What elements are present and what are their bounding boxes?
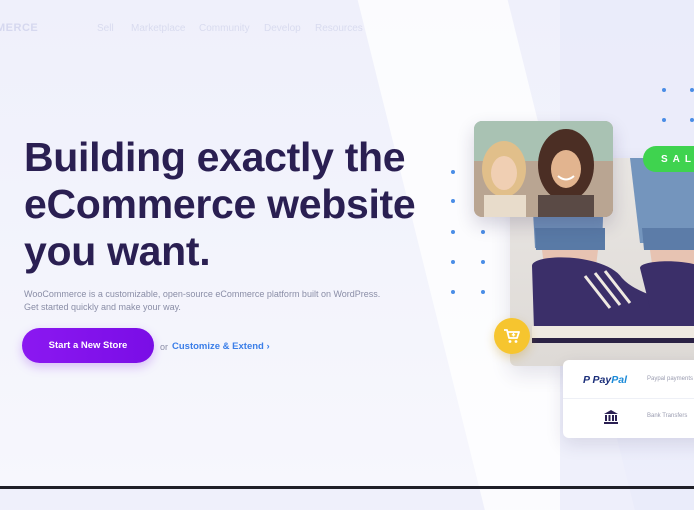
or-separator: or — [160, 342, 169, 352]
payment-row-paypal: P PayPal Paypal payments — [563, 362, 694, 398]
hero-headline: Building exactly the eCommerce website y… — [24, 134, 444, 275]
subtext-line: Get started quickly and make your way. — [24, 301, 181, 312]
nav-link-resources[interactable]: Resources — [315, 23, 363, 34]
nav-link-community[interactable]: Community — [199, 23, 250, 34]
start-new-store-button[interactable]: Start a New Store — [22, 328, 154, 363]
sale-badge: SALE — [643, 146, 694, 172]
customer-photo — [474, 121, 613, 217]
nav-link-marketplace[interactable]: Marketplace — [131, 23, 185, 34]
payment-row-bank: Bank Transfers — [563, 398, 694, 435]
bank-icon — [604, 410, 618, 424]
payment-methods-card: P PayPal Paypal payments Bank Transfers — [563, 360, 694, 438]
headline-line: Building exactly the — [24, 134, 406, 180]
payment-label: Paypal payments — [647, 376, 694, 382]
nav-link-sell[interactable]: Sell — [97, 23, 114, 34]
cart-plus-icon — [504, 329, 520, 343]
add-to-cart-button[interactable] — [494, 318, 530, 354]
customize-extend-link[interactable]: Customize & Extend › — [172, 341, 270, 352]
nav-link-develop[interactable]: Develop — [264, 23, 301, 34]
site-logo[interactable]: MERCE — [0, 22, 38, 34]
headline-line: eCommerce website — [24, 181, 416, 227]
headline-line: you want. — [24, 228, 211, 274]
hero-subtext: WooCommerce is a customizable, open-sour… — [24, 288, 404, 313]
subtext-line: WooCommerce is a customizable, open-sour… — [24, 289, 381, 299]
top-navigation: MERCE Sell Marketplace Community Develop… — [0, 22, 694, 38]
payment-label: Bank Transfers — [647, 413, 688, 419]
paypal-logo: P PayPal — [583, 374, 627, 386]
people-illustration — [474, 121, 613, 217]
